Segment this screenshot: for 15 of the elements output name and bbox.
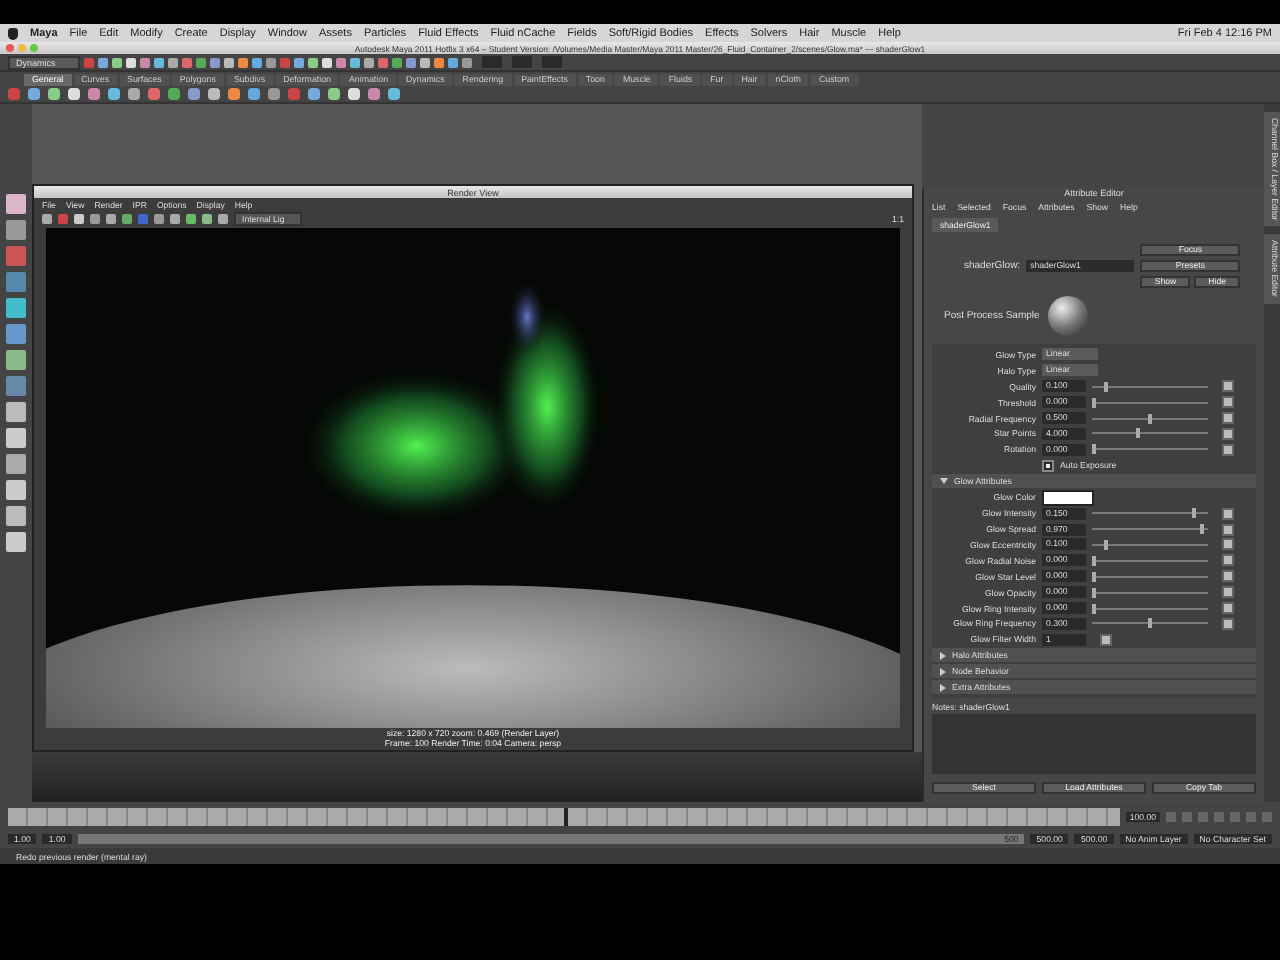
apple-icon[interactable] xyxy=(8,27,18,39)
close-icon[interactable] xyxy=(6,44,14,52)
checkbox[interactable] xyxy=(1042,459,1054,472)
slider-thumb[interactable] xyxy=(1192,508,1197,519)
slider-thumb[interactable] xyxy=(1103,539,1108,550)
time-slider[interactable] xyxy=(8,807,1120,825)
slider-thumb[interactable] xyxy=(1103,381,1108,392)
playhead[interactable] xyxy=(563,807,568,825)
slider-thumb[interactable] xyxy=(1136,428,1141,439)
expanded-triangle-icon[interactable] xyxy=(940,478,948,485)
sphere-swatch-icon xyxy=(1047,296,1088,336)
slider-thumb[interactable] xyxy=(1200,524,1205,535)
collapsed-triangle-icon[interactable] xyxy=(940,683,946,692)
color-swatch[interactable] xyxy=(1042,489,1094,506)
map-icon[interactable] xyxy=(1100,633,1112,646)
